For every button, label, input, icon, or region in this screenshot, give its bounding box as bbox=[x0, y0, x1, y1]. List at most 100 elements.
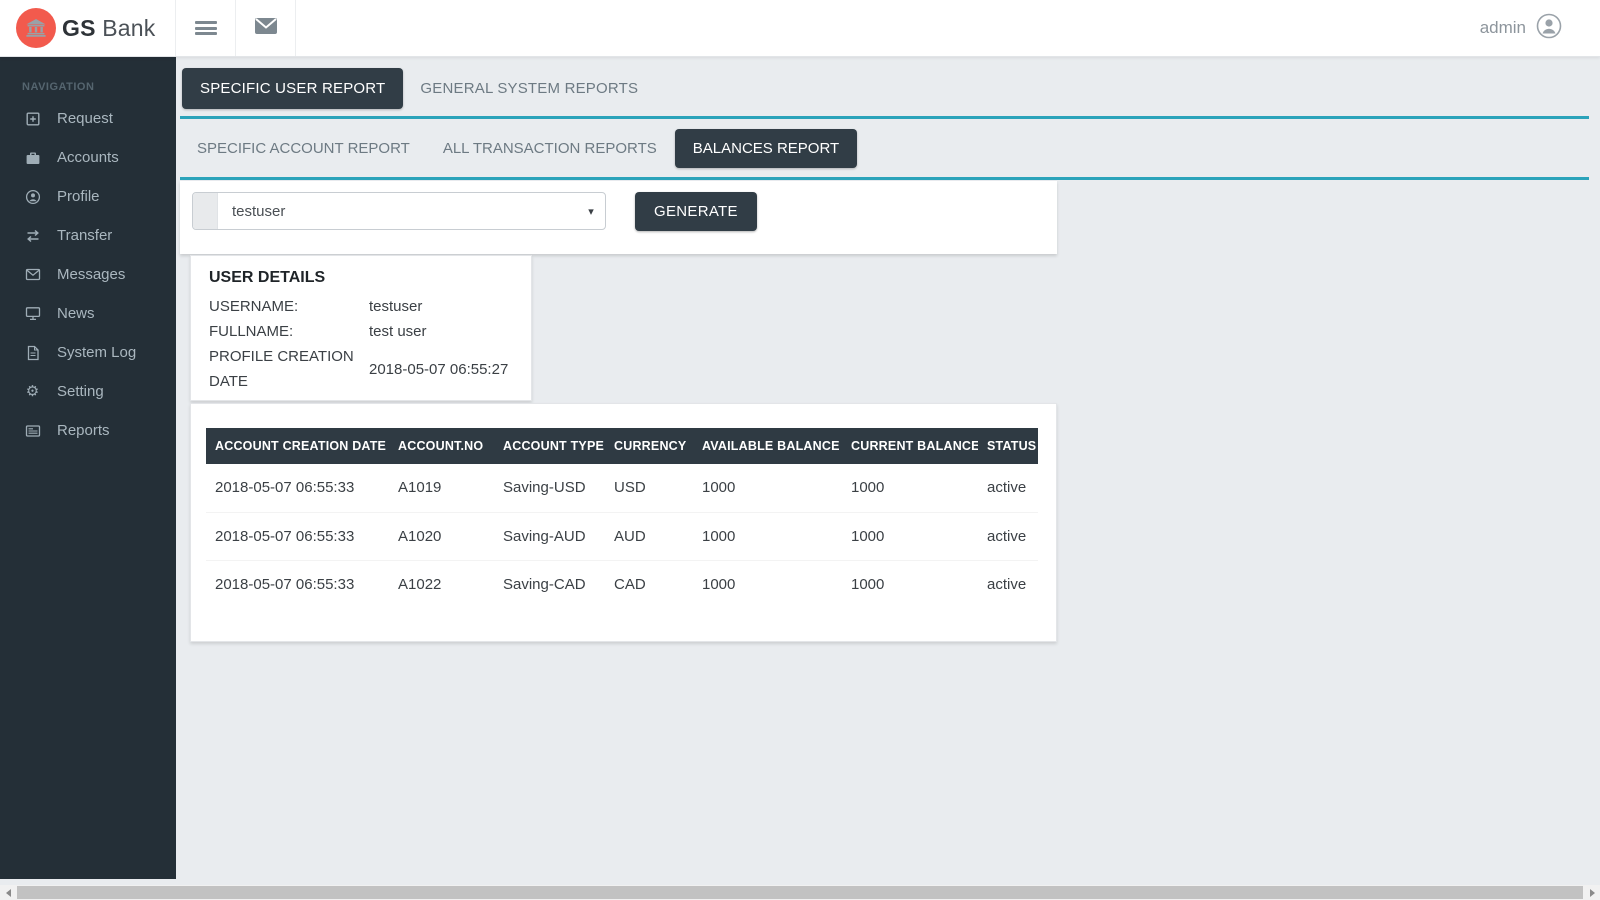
table-header-cell: STATUS bbox=[978, 428, 1038, 464]
tab-specific-account-report[interactable]: SPECIFIC ACCOUNT REPORT bbox=[197, 140, 410, 157]
sidebar-item-label: News bbox=[57, 305, 95, 322]
scroll-left-icon bbox=[6, 889, 11, 897]
monitor-icon bbox=[24, 305, 41, 322]
sidebar-item-label: System Log bbox=[57, 344, 136, 361]
table-cell: CAD bbox=[605, 560, 693, 608]
table-header-cell: CURRENCY bbox=[605, 428, 693, 464]
tab-all-transaction-reports[interactable]: ALL TRANSACTION REPORTS bbox=[443, 140, 657, 157]
detail-value: 2018-05-07 06:55:27 bbox=[369, 357, 513, 382]
sidebar-item-label: Request bbox=[57, 110, 113, 127]
user-select[interactable]: testuser ▾ bbox=[192, 192, 606, 230]
sidebar-item-label: Setting bbox=[57, 383, 104, 400]
table-cell: active bbox=[978, 560, 1038, 608]
table-header-row: ACCOUNT CREATION DATEACCOUNT.NOACCOUNT T… bbox=[206, 428, 1038, 464]
sidebar-item-label: Messages bbox=[57, 266, 125, 283]
sidebar-item-system-log[interactable]: System Log bbox=[0, 333, 176, 372]
tab-balances-report[interactable]: BALANCES REPORT bbox=[675, 129, 857, 168]
detail-label: USERNAME: bbox=[209, 294, 369, 319]
detail-value: testuser bbox=[369, 294, 513, 319]
table-header-cell: AVAILABLE BALANCE bbox=[693, 428, 842, 464]
sidebar-toggle-button[interactable] bbox=[176, 0, 236, 56]
bank-building-icon bbox=[16, 8, 56, 48]
topbar: GS Bank admin bbox=[0, 0, 1600, 57]
sidebar-item-label: Accounts bbox=[57, 149, 119, 166]
sidebar-item-request[interactable]: Request bbox=[0, 99, 176, 138]
user-circle-icon bbox=[24, 188, 41, 205]
table-row: 2018-05-07 06:55:33 A1019 Saving-USD USD… bbox=[206, 464, 1038, 512]
detail-label: FULLNAME: bbox=[209, 319, 369, 344]
user-avatar-icon bbox=[1536, 13, 1562, 44]
user-details-card: USER DETAILS USERNAME: testuser FULLNAME… bbox=[190, 255, 532, 401]
horizontal-scrollbar[interactable] bbox=[0, 885, 1600, 900]
generate-button[interactable]: GENERATE bbox=[635, 192, 757, 231]
table-cell: A1019 bbox=[389, 464, 494, 512]
table-cell: 1000 bbox=[842, 464, 978, 512]
primary-tabs: SPECIFIC USER REPORT GENERAL SYSTEM REPO… bbox=[176, 57, 1600, 117]
detail-row-fullname: FULLNAME: test user bbox=[209, 319, 513, 344]
table-header-cell: ACCOUNT.NO bbox=[389, 428, 494, 464]
table-cell: Saving-AUD bbox=[494, 512, 605, 560]
report-form-panel: testuser ▾ GENERATE bbox=[180, 181, 1057, 254]
table-cell: active bbox=[978, 464, 1038, 512]
sidebar-item-setting[interactable]: ⚙ Setting bbox=[0, 372, 176, 411]
gear-icon: ⚙ bbox=[24, 383, 41, 400]
brand-name-light: Bank bbox=[102, 15, 155, 41]
table-cell: 1000 bbox=[693, 560, 842, 608]
table-header-cell: CURRENT BALANCE bbox=[842, 428, 978, 464]
balances-table-card: ACCOUNT CREATION DATEACCOUNT.NOACCOUNT T… bbox=[190, 403, 1057, 642]
table-cell: 1000 bbox=[842, 560, 978, 608]
table-cell: 1000 bbox=[693, 464, 842, 512]
table-cell: USD bbox=[605, 464, 693, 512]
subtab-divider-line bbox=[180, 177, 1589, 180]
table-cell: A1020 bbox=[389, 512, 494, 560]
sidebar-item-reports[interactable]: Reports bbox=[0, 411, 176, 450]
detail-row-username: USERNAME: testuser bbox=[209, 294, 513, 319]
detail-row-creation-date: PROFILE CREATION DATE 2018-05-07 06:55:2… bbox=[209, 344, 513, 394]
tab-specific-user-report[interactable]: SPECIFIC USER REPORT bbox=[182, 68, 403, 109]
table-row: 2018-05-07 06:55:33 A1020 Saving-AUD AUD… bbox=[206, 512, 1038, 560]
file-text-icon bbox=[24, 344, 41, 361]
messages-button[interactable] bbox=[236, 0, 296, 56]
envelope-icon bbox=[254, 17, 278, 40]
tab-divider-line bbox=[180, 116, 1589, 119]
balances-table: ACCOUNT CREATION DATEACCOUNT.NOACCOUNT T… bbox=[206, 428, 1038, 608]
chevron-down-icon: ▾ bbox=[577, 193, 605, 229]
username-label: admin bbox=[1480, 18, 1526, 38]
briefcase-icon bbox=[24, 149, 41, 166]
sidebar-item-profile[interactable]: Profile bbox=[0, 177, 176, 216]
table-cell: active bbox=[978, 512, 1038, 560]
tab-general-system-reports[interactable]: GENERAL SYSTEM REPORTS bbox=[403, 68, 638, 109]
table-header-cell: ACCOUNT CREATION DATE bbox=[206, 428, 389, 464]
sidebar-item-label: Reports bbox=[57, 422, 110, 439]
sidebar-item-label: Transfer bbox=[57, 227, 112, 244]
table-cell: 2018-05-07 06:55:33 bbox=[206, 464, 389, 512]
detail-label: PROFILE CREATION DATE bbox=[209, 344, 369, 394]
sidebar-item-news[interactable]: News bbox=[0, 294, 176, 333]
sidebar-item-accounts[interactable]: Accounts bbox=[0, 138, 176, 177]
brand-logo[interactable]: GS Bank bbox=[0, 0, 176, 56]
sidebar: NAVIGATION Request Accounts bbox=[0, 57, 176, 879]
user-select-value: testuser bbox=[218, 193, 577, 229]
envelope-icon bbox=[24, 266, 41, 283]
horizontal-scrollbar-thumb[interactable] bbox=[17, 886, 1583, 899]
secondary-tabs: SPECIFIC ACCOUNT REPORT ALL TRANSACTION … bbox=[176, 120, 1600, 177]
nav-heading: NAVIGATION bbox=[0, 57, 176, 99]
table-cell: Saving-CAD bbox=[494, 560, 605, 608]
sidebar-item-transfer[interactable]: Transfer bbox=[0, 216, 176, 255]
table-cell: 2018-05-07 06:55:33 bbox=[206, 560, 389, 608]
table-header-cell: ACCOUNT TYPE bbox=[494, 428, 605, 464]
table-cell: 1000 bbox=[693, 512, 842, 560]
hamburger-menu-icon bbox=[195, 19, 217, 38]
app-screen: GS Bank admin NAVIG bbox=[0, 0, 1600, 900]
scroll-right-icon bbox=[1590, 889, 1595, 897]
scroll-right-button[interactable] bbox=[1584, 885, 1600, 900]
table-cell: 1000 bbox=[842, 512, 978, 560]
table-row: 2018-05-07 06:55:33 A1022 Saving-CAD CAD… bbox=[206, 560, 1038, 608]
transfer-arrows-icon bbox=[24, 227, 41, 244]
table-cell: Saving-USD bbox=[494, 464, 605, 512]
plus-square-icon bbox=[24, 110, 41, 127]
scroll-left-button[interactable] bbox=[0, 885, 16, 900]
sidebar-item-messages[interactable]: Messages bbox=[0, 255, 176, 294]
table-cell: AUD bbox=[605, 512, 693, 560]
user-menu[interactable]: admin bbox=[1480, 13, 1600, 44]
